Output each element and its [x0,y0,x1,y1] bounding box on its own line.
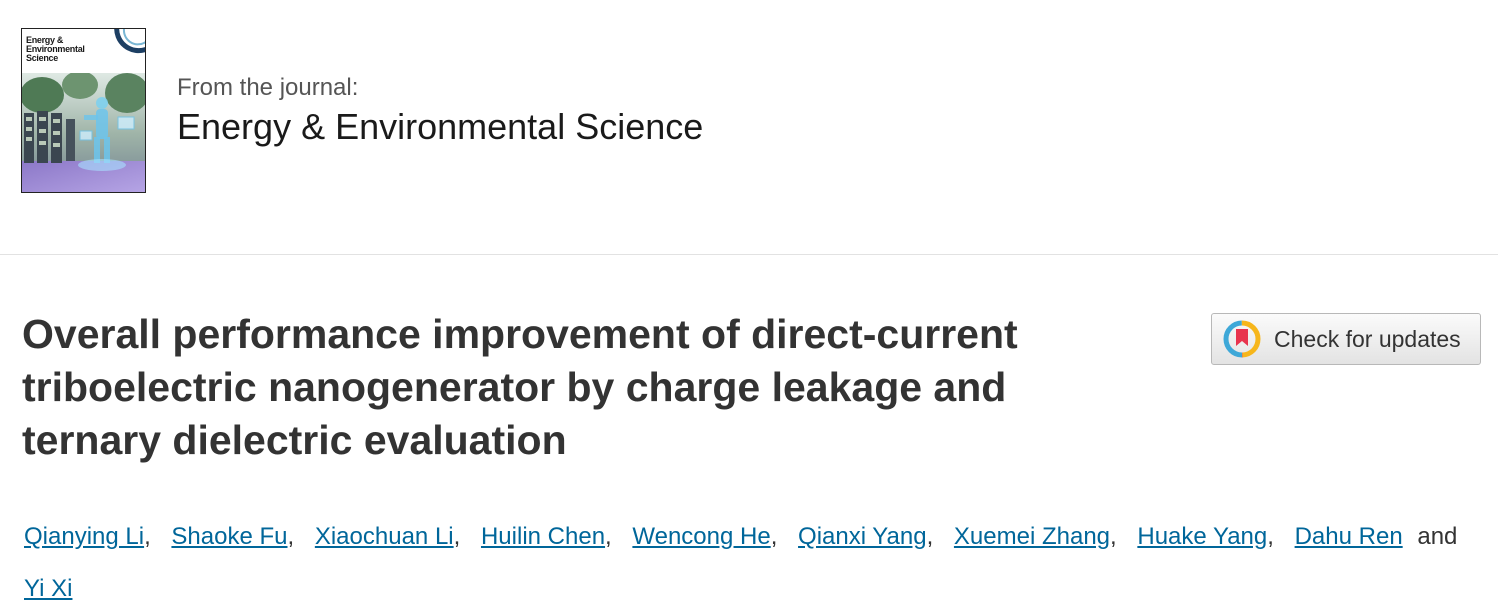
author-link[interactable]: Wencong He [632,523,770,550]
article-title-line: Overall performance improvement of direc… [22,311,1018,357]
author-separator: , [926,523,934,550]
author-separator: , [287,523,295,550]
journal-name-link[interactable]: Energy & Environmental Science [177,106,703,148]
journal-cover-image[interactable]: Energy & Environmental Science [21,28,146,193]
author-separator: , [453,523,461,550]
author-link[interactable]: Qianying Li [24,523,144,550]
check-for-updates-label: Check for updates [1274,325,1461,352]
article-title-line: triboelectric nanogenerator by charge le… [22,364,1007,410]
author-separator: , [1267,523,1274,550]
cover-arc-graphic [114,29,145,54]
author-link[interactable]: Dahu Ren [1295,523,1403,550]
author-link[interactable]: Yi Xi [24,575,72,602]
article-title: Overall performance improvement of direc… [22,308,1172,467]
author-separator: , [1110,523,1117,550]
author-conjunction: and [1417,523,1458,550]
author-list: Qianying Li, Shaoke Fu, Xiaochuan Li, Hu… [24,511,1484,615]
author-link[interactable]: Shaoke Fu [171,523,287,550]
author-separator: , [770,523,778,550]
check-for-updates-button[interactable]: Check for updates [1211,313,1481,365]
crossmark-icon [1223,320,1261,358]
author-link[interactable]: Qianxi Yang [798,523,927,550]
from-journal-label: From the journal: [177,74,359,101]
journal-header: Energy & Environmental Science From the … [0,0,1498,255]
cover-title: Energy & Environmental Science [26,35,85,63]
article-title-line: ternary dielectric evaluation [22,417,567,463]
author-link[interactable]: Huake Yang [1137,523,1267,550]
author-link[interactable]: Xiaochuan Li [315,523,454,550]
author-separator: , [144,523,151,550]
author-separator: , [605,523,612,550]
cover-artwork [22,73,145,192]
author-link[interactable]: Xuemei Zhang [954,523,1110,550]
author-link[interactable]: Huilin Chen [481,523,605,550]
